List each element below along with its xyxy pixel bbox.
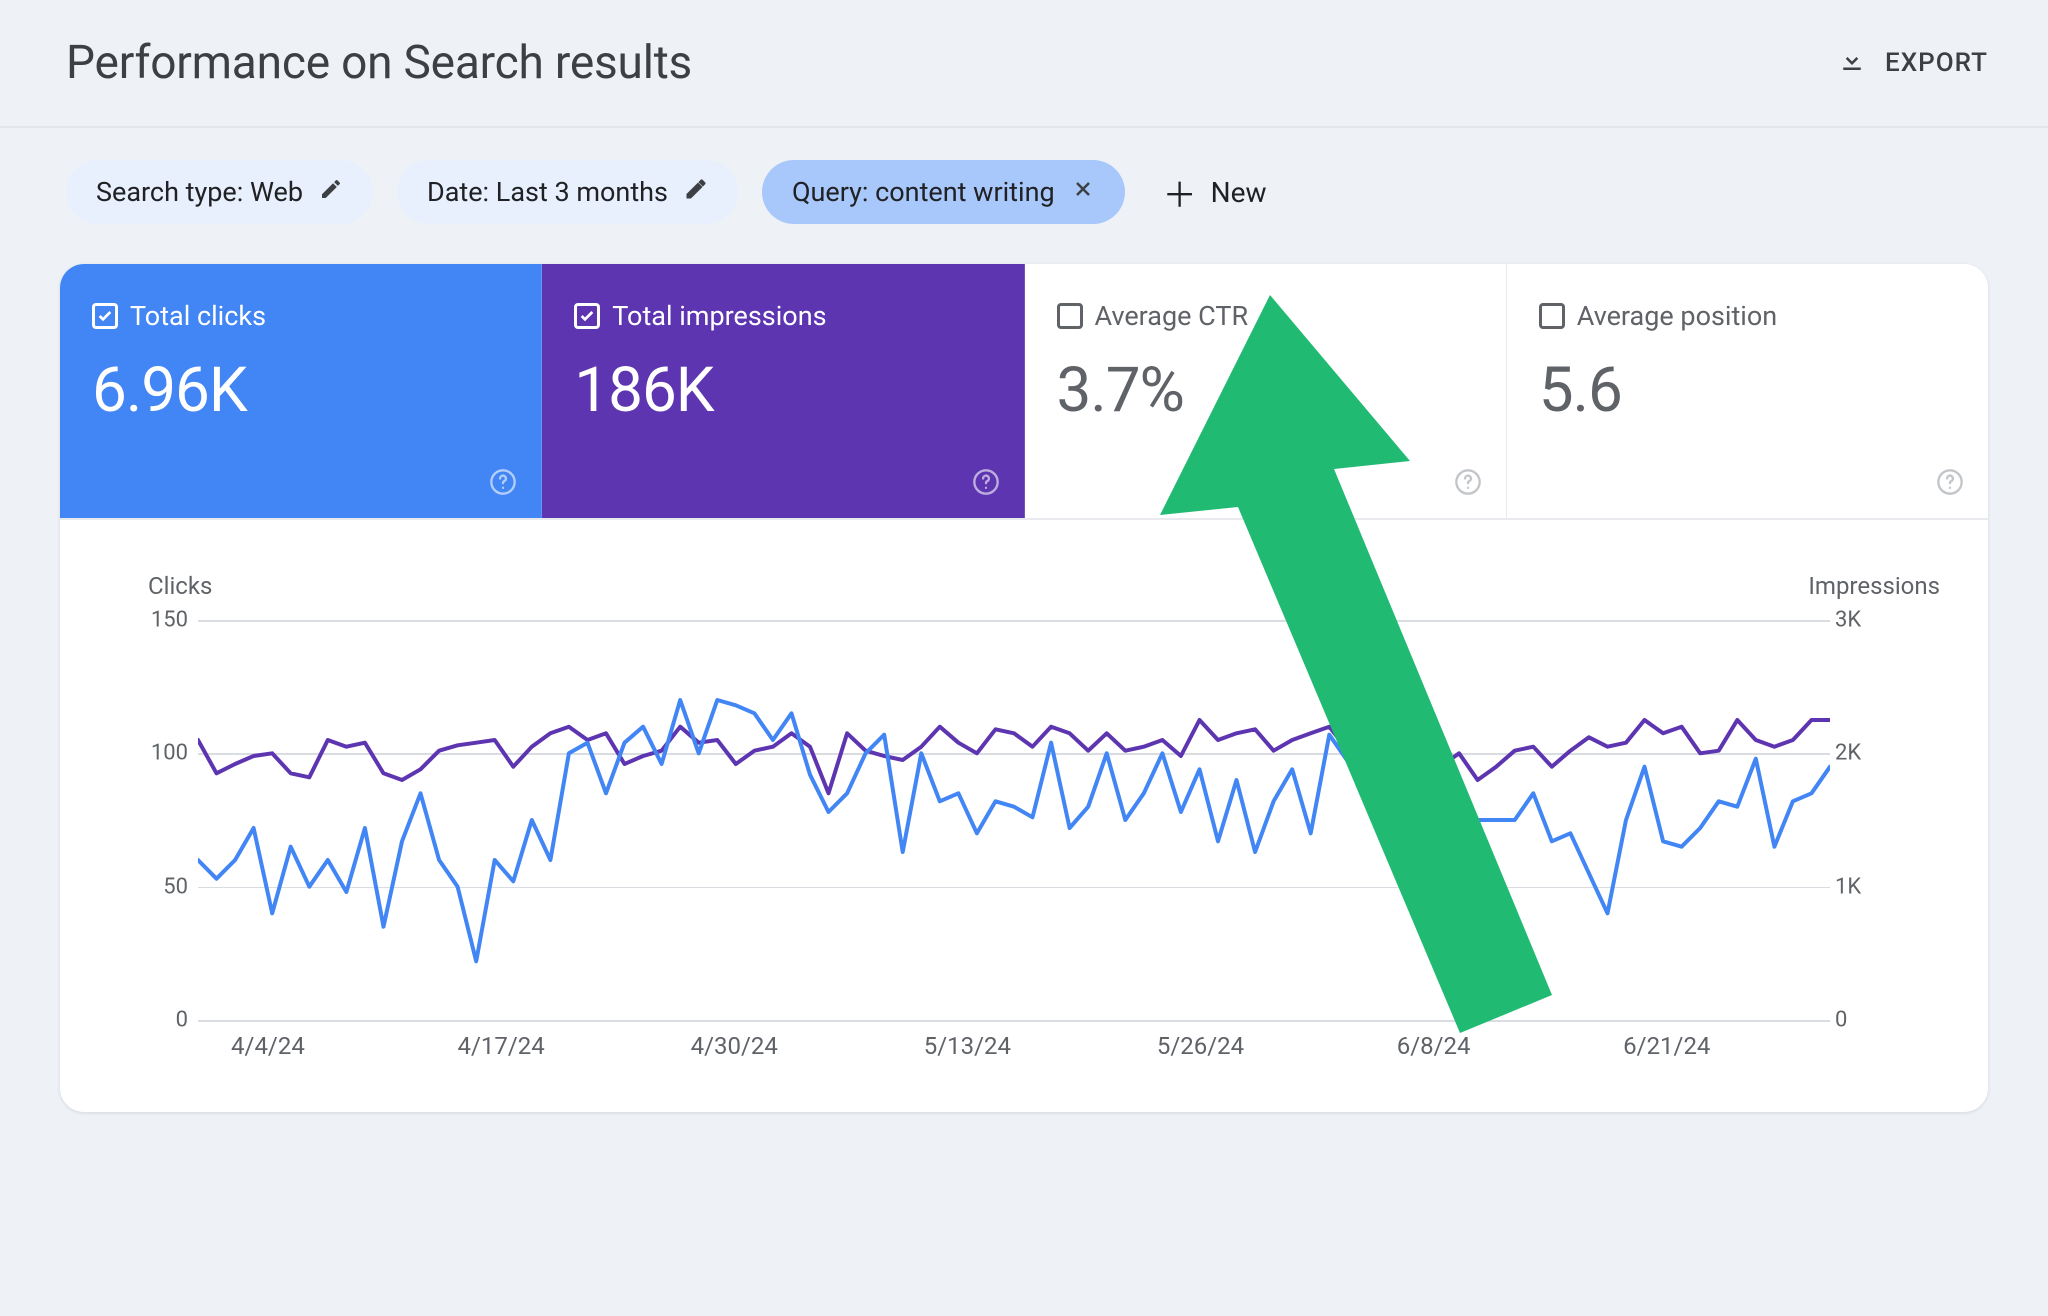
y-tick-left: 0 xyxy=(138,1008,188,1033)
y-axis-right-title: Impressions xyxy=(1808,572,1940,600)
metric-label: Average CTR xyxy=(1095,300,1249,332)
x-tick: 6/8/24 xyxy=(1397,1032,1471,1060)
y-tick-right: 2K xyxy=(1835,741,1885,766)
metric-value: 5.6 xyxy=(1539,354,1956,427)
help-icon[interactable] xyxy=(972,468,1000,496)
filter-chip-query[interactable]: Query: content writing xyxy=(762,160,1125,224)
close-icon[interactable] xyxy=(1071,176,1095,208)
plus-icon: ＋ xyxy=(1163,168,1197,217)
y-tick-left: 100 xyxy=(138,741,188,766)
x-tick: 4/4/24 xyxy=(231,1032,305,1060)
help-icon[interactable] xyxy=(489,468,517,496)
x-tick: 5/26/24 xyxy=(1157,1032,1244,1060)
export-button[interactable]: EXPORT xyxy=(1837,45,1988,82)
page-title: Performance on Search results xyxy=(66,36,692,90)
metric-tile-impressions[interactable]: Total impressions 186K xyxy=(542,264,1024,518)
metric-label: Total impressions xyxy=(612,300,826,332)
metric-label: Total clicks xyxy=(130,300,266,332)
performance-card: Total clicks 6.96K Total impressions 186… xyxy=(60,264,1988,1112)
metric-tile-ctr[interactable]: Average CTR 3.7% xyxy=(1025,264,1507,518)
chart-plot[interactable]: 00501K1002K1503K xyxy=(198,620,1830,1020)
metric-value: 3.7% xyxy=(1057,354,1474,427)
checkbox-checked-icon xyxy=(92,303,118,329)
x-tick: 4/30/24 xyxy=(691,1032,778,1060)
checkbox-unchecked-icon xyxy=(1057,303,1083,329)
x-tick: 5/13/24 xyxy=(924,1032,1011,1060)
x-tick: 4/17/24 xyxy=(457,1032,544,1060)
filter-chip-label: Search type: Web xyxy=(96,176,303,208)
checkbox-checked-icon xyxy=(574,303,600,329)
y-tick-right: 0 xyxy=(1835,1008,1885,1033)
metric-value: 6.96K xyxy=(92,354,509,427)
new-label: New xyxy=(1211,176,1267,209)
y-axis-left-title: Clicks xyxy=(148,572,212,600)
filter-bar: Search type: Web Date: Last 3 months Que… xyxy=(0,128,2048,264)
filter-chip-label: Date: Last 3 months xyxy=(427,176,668,208)
y-tick-left: 50 xyxy=(138,874,188,899)
help-icon[interactable] xyxy=(1454,468,1482,496)
checkbox-unchecked-icon xyxy=(1539,303,1565,329)
metric-tile-clicks[interactable]: Total clicks 6.96K xyxy=(60,264,542,518)
pencil-icon xyxy=(684,176,708,208)
export-label: EXPORT xyxy=(1885,48,1988,78)
y-tick-right: 3K xyxy=(1835,608,1885,633)
filter-chip-date[interactable]: Date: Last 3 months xyxy=(397,160,738,224)
y-tick-right: 1K xyxy=(1835,874,1885,899)
x-axis: 4/4/24 4/17/24 4/30/24 5/13/24 5/26/24 6/8/24… xyxy=(198,1032,1830,1072)
pencil-icon xyxy=(319,176,343,208)
metric-label: Average position xyxy=(1577,300,1777,332)
filter-chip-search-type[interactable]: Search type: Web xyxy=(66,160,373,224)
x-tick: 6/21/24 xyxy=(1623,1032,1710,1060)
metric-tile-position[interactable]: Average position 5.6 xyxy=(1507,264,1988,518)
metric-value: 186K xyxy=(574,354,991,427)
metric-tiles: Total clicks 6.96K Total impressions 186… xyxy=(60,264,1988,520)
y-tick-left: 150 xyxy=(138,608,188,633)
header: Performance on Search results EXPORT xyxy=(0,0,2048,128)
add-filter-button[interactable]: ＋ New xyxy=(1149,168,1267,217)
download-icon xyxy=(1837,45,1867,82)
filter-chip-label: Query: content writing xyxy=(792,176,1055,208)
help-icon[interactable] xyxy=(1936,468,1964,496)
chart-area: Clicks Impressions 00501K1002K1503K 4/4/… xyxy=(60,520,1988,1112)
